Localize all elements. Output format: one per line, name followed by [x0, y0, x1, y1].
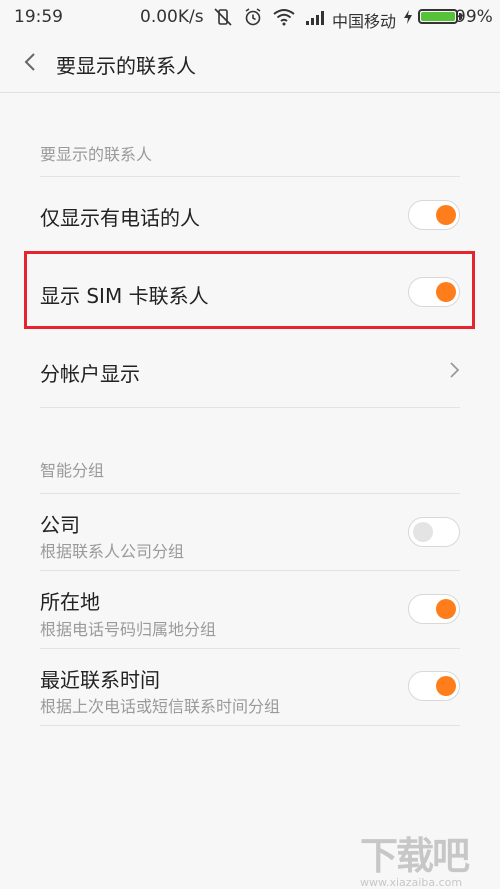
row-subtitle: 根据联系人公司分组: [40, 542, 185, 561]
back-arrow-icon[interactable]: [16, 47, 46, 77]
row-location[interactable]: 所在地 根据电话号码归属地分组: [0, 571, 500, 648]
divider: [40, 725, 460, 726]
row-recent-contact[interactable]: 最近联系时间 根据上次电话或短信联系时间分组: [0, 649, 500, 725]
carrier-name: 中国移动: [332, 12, 397, 31]
section-header-groups: 智能分组: [40, 461, 105, 480]
toggle-knob: [436, 205, 456, 225]
watermark-logo: 下载吧 www.xiazaiba.com: [360, 825, 490, 889]
app-bar: 要显示的联系人: [0, 34, 500, 93]
divider: [40, 407, 460, 408]
row-label: 分帐户显示: [40, 362, 140, 386]
phone-only-toggle[interactable]: [408, 200, 460, 230]
row-label: 所在地: [40, 590, 100, 614]
alarm-icon: [245, 8, 261, 26]
network-speed: 0.00K/s: [140, 7, 204, 27]
chevron-right-icon: [450, 362, 460, 378]
status-time: 19:59: [14, 7, 63, 27]
row-label: 最近联系时间: [40, 668, 160, 692]
vibrate-off-icon: [214, 8, 232, 26]
row-phone-only[interactable]: 仅显示有电话的人: [0, 177, 500, 253]
toggle-knob: [436, 599, 456, 619]
watermark-text: 下载吧: [360, 834, 470, 878]
row-label: 仅显示有电话的人: [40, 206, 200, 230]
row-label: 公司: [40, 513, 80, 537]
row-accounts[interactable]: 分帐户显示: [0, 331, 500, 407]
location-toggle[interactable]: [408, 594, 460, 624]
recent-contact-toggle[interactable]: [408, 671, 460, 701]
row-subtitle: 根据电话号码归属地分组: [40, 620, 217, 639]
toggle-knob: [436, 676, 456, 696]
company-toggle[interactable]: [408, 517, 460, 547]
wifi-icon: [273, 9, 295, 26]
highlight-box: [24, 251, 475, 329]
row-company[interactable]: 公司 根据联系人公司分组: [0, 494, 500, 570]
row-subtitle: 根据上次电话或短信联系时间分组: [40, 697, 281, 716]
battery-icon: [418, 9, 458, 24]
status-bar: 19:59 0.00K/s 中国移动 99%: [0, 0, 500, 34]
watermark-url: www.xiazaiba.com: [360, 876, 463, 889]
signal-icon: [306, 11, 324, 25]
status-icons: [213, 7, 327, 27]
charging-icon: [404, 9, 412, 24]
toggle-knob: [413, 522, 433, 542]
battery-fill: [421, 12, 455, 21]
page-title: 要显示的联系人: [56, 54, 196, 78]
battery-indicator: [404, 9, 462, 24]
battery-level: 99%: [455, 7, 493, 27]
section-header-contacts: 要显示的联系人: [40, 145, 153, 164]
